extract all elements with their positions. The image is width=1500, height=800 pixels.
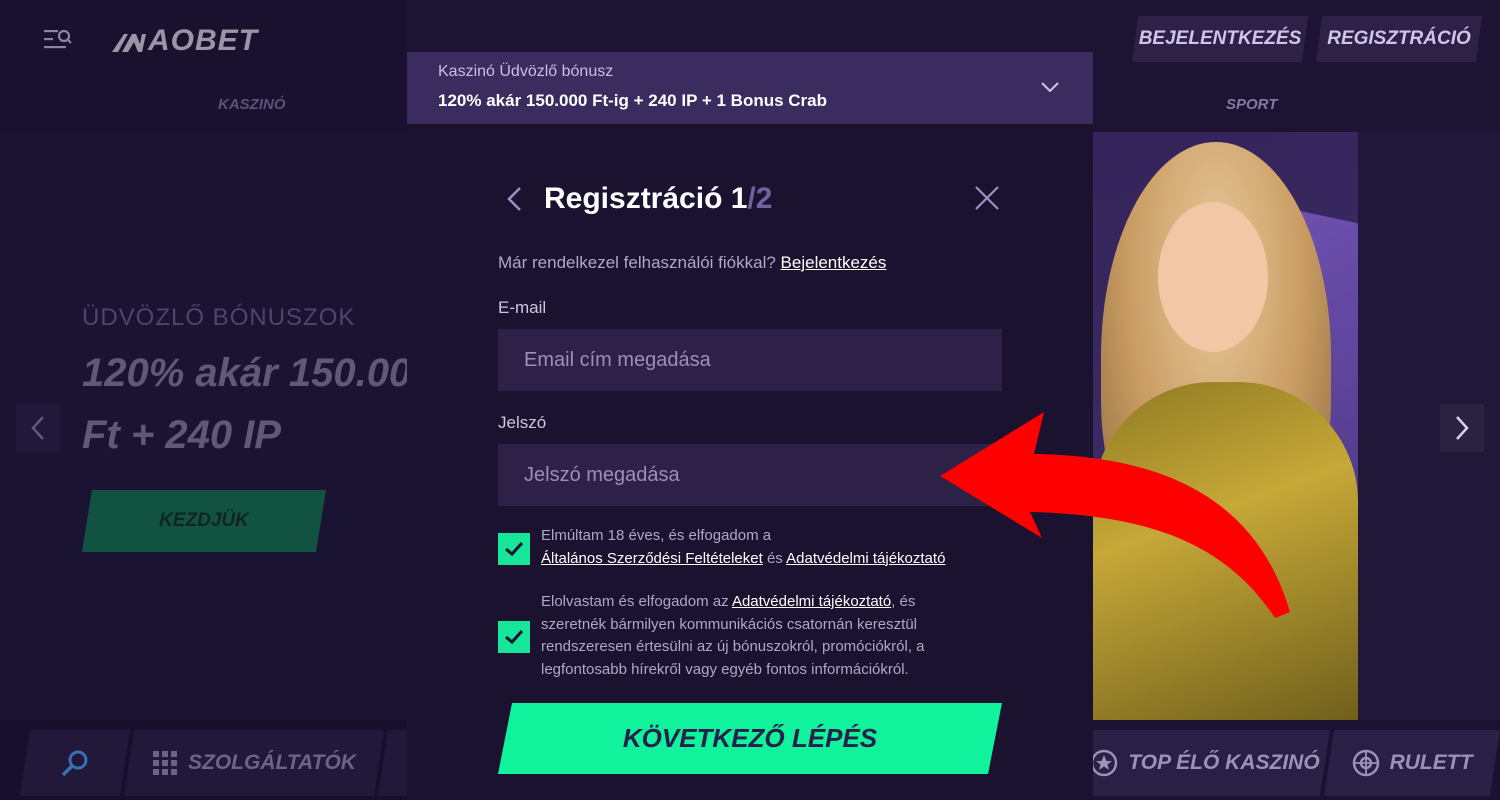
modal-title-total: /2	[747, 182, 773, 215]
carousel-next-button[interactable]	[1440, 404, 1484, 452]
marketing-checkbox[interactable]	[498, 621, 530, 653]
login-link[interactable]: Bejelentkezés	[781, 253, 887, 272]
password-label: Jelszó	[498, 413, 547, 432]
bonus-text: 120% akár 150.000 Ft-ig + 240 IP + 1 Bon…	[438, 91, 827, 110]
modal-title-step: Regisztráció 1	[544, 182, 748, 215]
roulette-label: RULETT	[1389, 751, 1473, 774]
privacy-prefix: Elolvastam és elfogadom az	[541, 593, 732, 610]
close-icon[interactable]	[973, 184, 1001, 212]
privacy-policy-link[interactable]: Adatvédelmi tájékoztató	[786, 550, 945, 567]
top-live-casino-button[interactable]: TOP ÉLŐ KASZINÓ	[1080, 730, 1330, 796]
checkmark-icon	[505, 629, 524, 645]
modal-backdrop[interactable]	[0, 0, 407, 800]
login-prompt-text: Már rendelkezel felhasználói fiókkal?	[498, 253, 781, 272]
terms-link[interactable]: Általános Szerződési Feltételeket	[541, 550, 763, 567]
password-field[interactable]	[498, 444, 1002, 506]
registration-modal: Regisztráció 1/2 Már rendelkezel felhasz…	[407, 124, 1093, 800]
nav-sport[interactable]: SPORT	[1226, 96, 1277, 113]
promo-person-dress	[1093, 382, 1358, 720]
login-button[interactable]: BEJELENTKEZÉS	[1132, 16, 1308, 62]
email-field[interactable]	[498, 329, 1002, 391]
roulette-wheel-icon	[1352, 749, 1380, 777]
login-prompt: Már rendelkezel felhasználói fiókkal? Be…	[498, 253, 886, 273]
marketing-consent-text: Elolvastam és elfogadom az Adatvédelmi t…	[541, 591, 981, 681]
star-badge-icon	[1090, 749, 1118, 777]
terms-checkbox[interactable]	[498, 533, 530, 565]
bonus-selector[interactable]: Kaszinó Üdvözlő bónusz 120% akár 150.000…	[407, 52, 1093, 124]
terms-text: Elmúltam 18 éves, és elfogadom a Általán…	[541, 525, 981, 570]
modal-title: Regisztráció 1/2	[544, 182, 772, 216]
top-live-casino-label: TOP ÉLŐ KASZINÓ	[1128, 751, 1320, 774]
email-label: E-mail	[498, 298, 547, 317]
bonus-label: Kaszinó Üdvözlő bónusz	[438, 63, 614, 80]
chevron-right-icon	[1456, 416, 1469, 440]
terms-and: és	[762, 549, 787, 567]
privacy-link[interactable]: Adatvédelmi tájékoztató	[732, 593, 891, 610]
promo-person-face	[1158, 202, 1268, 352]
roulette-button[interactable]: RULETT	[1324, 730, 1500, 796]
next-step-button[interactable]: KÖVETKEZŐ LÉPÉS	[498, 703, 1002, 774]
checkmark-icon	[505, 541, 524, 557]
back-arrow-icon[interactable]	[502, 184, 526, 214]
terms-prefix: Elmúltam 18 éves, és elfogadom a	[541, 527, 772, 544]
chevron-down-icon	[1041, 82, 1059, 93]
promo-image	[1093, 132, 1358, 720]
register-button[interactable]: REGISZTRÁCIÓ	[1316, 16, 1482, 62]
